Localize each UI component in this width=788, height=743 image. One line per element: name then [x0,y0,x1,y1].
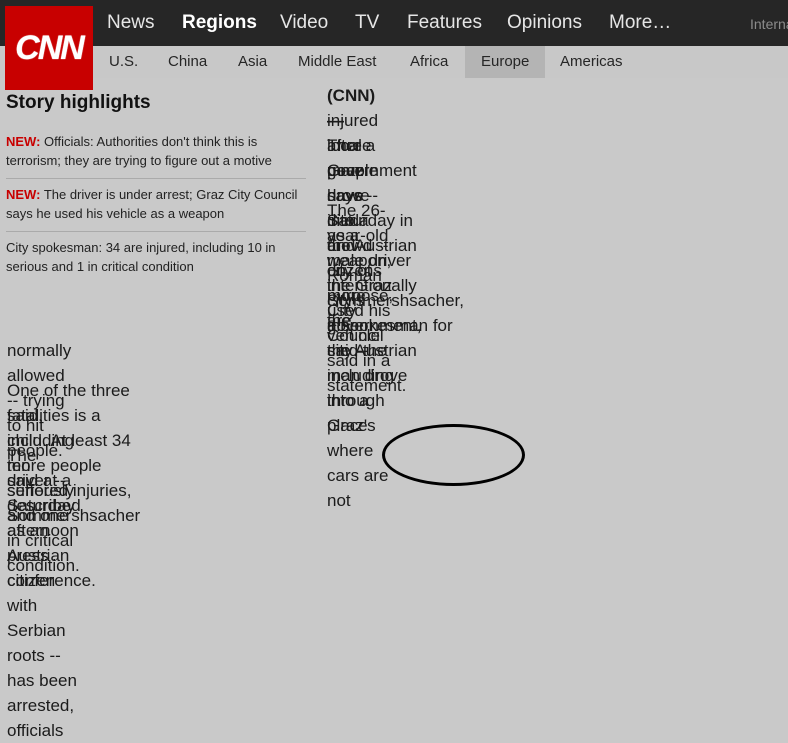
subnav-americas[interactable]: Americas [560,53,623,70]
subnav-europe[interactable]: Europe [481,53,529,70]
nav-news[interactable]: News [107,12,155,34]
highlight-text: The driver is under arrest; Graz City Co… [6,187,298,221]
highlight-text: City spokesman: 34 are injured, includin… [6,240,276,274]
cnn-logo[interactable]: CNN [5,6,93,90]
subnav-us[interactable]: U.S. [109,53,138,70]
nav-edition[interactable]: Interna [750,16,788,32]
nav-features[interactable]: Features [407,12,482,34]
highlight-item: NEW: The driver is under arrest; Graz Ci… [6,179,306,232]
nav-video[interactable]: Video [280,12,328,34]
article-line: Graz. [327,161,369,180]
nav-opinions[interactable]: Opinions [507,12,582,34]
highlight-text: Officials: Authorities don't think this … [6,134,272,168]
highlights-title: Story highlights [6,92,151,113]
nav-more[interactable]: More… [609,12,671,34]
logo-text: CNN [15,28,85,67]
new-badge: NEW: [6,187,41,202]
nav-tv[interactable]: TV [355,12,379,34]
subnav-asia[interactable]: Asia [238,53,267,70]
highlight-item: City spokesman: 34 are injured, includin… [6,232,306,284]
highlight-item: NEW: Officials: Authorities don't think … [6,126,306,179]
hand-drawn-circle-annotation [382,424,525,486]
subnav-middle-east[interactable]: Middle East [298,53,376,70]
subnav-africa[interactable]: Africa [410,53,448,70]
new-badge: NEW: [6,134,41,149]
subnav-china[interactable]: China [168,53,207,70]
article-line: inner city -- including into a place whe… [327,316,395,510]
story-highlights: Story highlights NEW: Officials: Authori… [6,92,306,284]
article-line: said at a Saturday afternoon press confe… [7,471,96,590]
nav-regions[interactable]: Regions [182,12,257,34]
